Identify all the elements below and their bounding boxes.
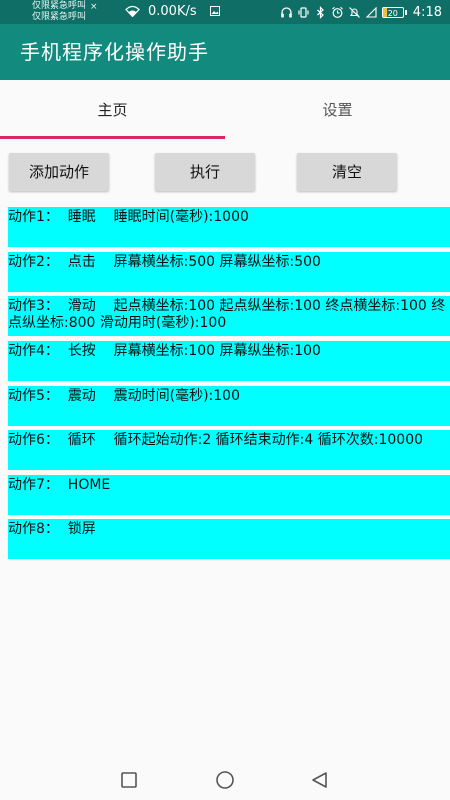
emergency-call-label-2: 仅限紧急呼叫 [32,12,87,22]
battery-level: 20 [387,8,398,18]
bluetooth-icon [316,5,324,19]
battery-icon: 20 [381,6,404,18]
emergency-call-label-1: 仅限紧急呼叫 [32,1,87,11]
back-icon[interactable] [310,770,330,790]
mute-bell-icon [348,6,360,18]
app-bar: 手机程序化操作助手 [0,24,450,80]
run-button[interactable]: 执行 [155,153,255,191]
image-notification-icon [210,6,220,16]
phone-screen: 仅限紧急呼叫 仅限紧急呼叫 × 0.00K/s 20 4:18 手机程序化操作助… [0,0,450,800]
tab-settings[interactable]: 设置 [225,80,450,140]
status-icons: 20 4:18 [280,3,442,21]
action-item-7[interactable]: 动作7： HOME [8,475,450,515]
status-time: 4:18 [412,4,442,20]
emergency-call-notice: 仅限紧急呼叫 仅限紧急呼叫 × [32,1,98,23]
action-item-2[interactable]: 动作2： 点击 屏幕横坐标:500 屏幕纵坐标:500 [8,252,450,292]
recent-apps-icon[interactable] [119,770,139,790]
tab-bar: 主页 设置 [0,80,450,140]
vibrate-icon [298,6,309,18]
action-item-6[interactable]: 动作6： 循环 循环起始动作:2 循环结束动作:4 循环次数:10000 [8,430,450,470]
action-item-1[interactable]: 动作1： 睡眠 睡眠时间(毫秒):1000 [8,207,450,247]
action-item-8[interactable]: 动作8： 锁屏 [8,519,450,559]
home-icon[interactable] [215,770,235,790]
app-title: 手机程序化操作助手 [20,40,209,64]
clear-button[interactable]: 清空 [297,153,397,191]
action-item-5[interactable]: 动作5： 震动 震动时间(毫秒):100 [8,386,450,426]
signal-icon [365,6,377,18]
action-item-4[interactable]: 动作4： 长按 屏幕横坐标:100 屏幕纵坐标:100 [8,341,450,381]
tab-indicator [0,136,225,139]
wifi-icon [125,5,140,17]
add-action-button[interactable]: 添加动作 [9,153,109,191]
battery-fill [382,7,387,17]
action-item-3[interactable]: 动作3： 滑动 起点横坐标:100 起点纵坐标:100 终点横坐标:100 终点… [8,296,450,336]
battery-tip [404,9,407,15]
alarm-icon [331,6,343,18]
status-bar: 仅限紧急呼叫 仅限紧急呼叫 × 0.00K/s 20 4:18 [0,0,450,24]
close-mark: × [90,2,98,12]
navigation-bar [0,760,450,800]
headset-icon [280,6,292,17]
network-speed: 0.00K/s [148,4,197,19]
tab-home[interactable]: 主页 [0,80,225,140]
